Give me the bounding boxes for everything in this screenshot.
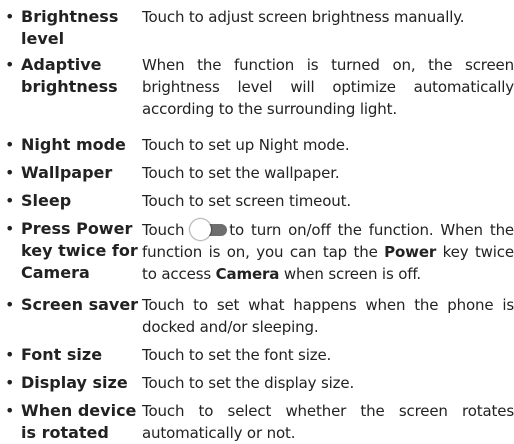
bullet-icon: • [5,345,15,364]
setting-description: Touch to adjust screen brightness manual… [142,8,465,26]
setting-term: When device is rotated [21,401,137,442]
bullet-icon: • [5,401,15,420]
bullet-icon: • [5,373,15,392]
setting-term: Screen saver [21,295,139,314]
setting-description: Touch to select whether the screen rotat… [142,402,514,442]
setting-row-font-size: • Font size Touch to set the font size. [0,338,514,366]
setting-description: Touch to set the font size. [142,346,332,364]
setting-description: When the function is turned on, the scre… [142,56,514,118]
setting-row-power-key-camera: • Press Power key twice for Camera Touch… [0,212,514,288]
setting-term: Sleep [21,191,72,210]
bullet-icon: • [5,191,15,210]
setting-description: Touch to set what happens when the phone… [142,296,514,336]
power-key-label: Power [384,243,437,261]
setting-term: Brightness level [21,7,119,48]
setting-description: Touch to set screen timeout. [142,192,351,210]
setting-term: Wallpaper [21,163,113,182]
setting-description: Touch to set the wallpaper. [142,164,340,182]
setting-row-wallpaper: • Wallpaper Touch to set the wallpaper. [0,156,514,184]
setting-row-brightness-level: • Brightness level Touch to adjust scree… [0,0,514,48]
setting-row-display-size: • Display size Touch to set the display … [0,366,514,394]
setting-term: Night mode [21,135,126,154]
toggle-switch-icon [190,219,228,240]
description-text-before-switch: Touch [142,221,192,239]
setting-term: Font size [21,345,103,364]
description-text-end: when screen is off. [279,265,422,283]
bullet-icon: • [5,163,15,182]
setting-description: Touch to set up Night mode. [142,136,350,154]
bullet-icon: • [5,219,15,238]
setting-row-screen-saver: • Screen saver Touch to set what happens… [0,288,514,338]
bullet-icon: • [5,55,15,74]
setting-description: Touch to set the display size. [142,374,355,392]
bullet-icon: • [5,135,15,154]
settings-definition-list: • Brightness level Touch to adjust scree… [0,0,514,442]
setting-row-night-mode: • Night mode Touch to set up Night mode. [0,128,514,156]
setting-term: Press Power key twice for Camera [21,219,138,282]
toggle-switch-thumb [190,219,212,240]
bullet-icon: • [5,295,15,314]
setting-term: Adaptive brightness [21,55,118,96]
camera-label: Camera [215,265,280,283]
bullet-icon: • [5,7,15,26]
setting-row-sleep: • Sleep Touch to set screen timeout. [0,184,514,212]
setting-description: Touch to turn on/off the function. When … [142,219,514,285]
setting-row-when-device-rotated: • When device is rotated Touch to select… [0,394,514,442]
setting-term: Display size [21,373,128,392]
setting-row-adaptive-brightness: • Adaptive brightness When the function … [0,48,514,128]
